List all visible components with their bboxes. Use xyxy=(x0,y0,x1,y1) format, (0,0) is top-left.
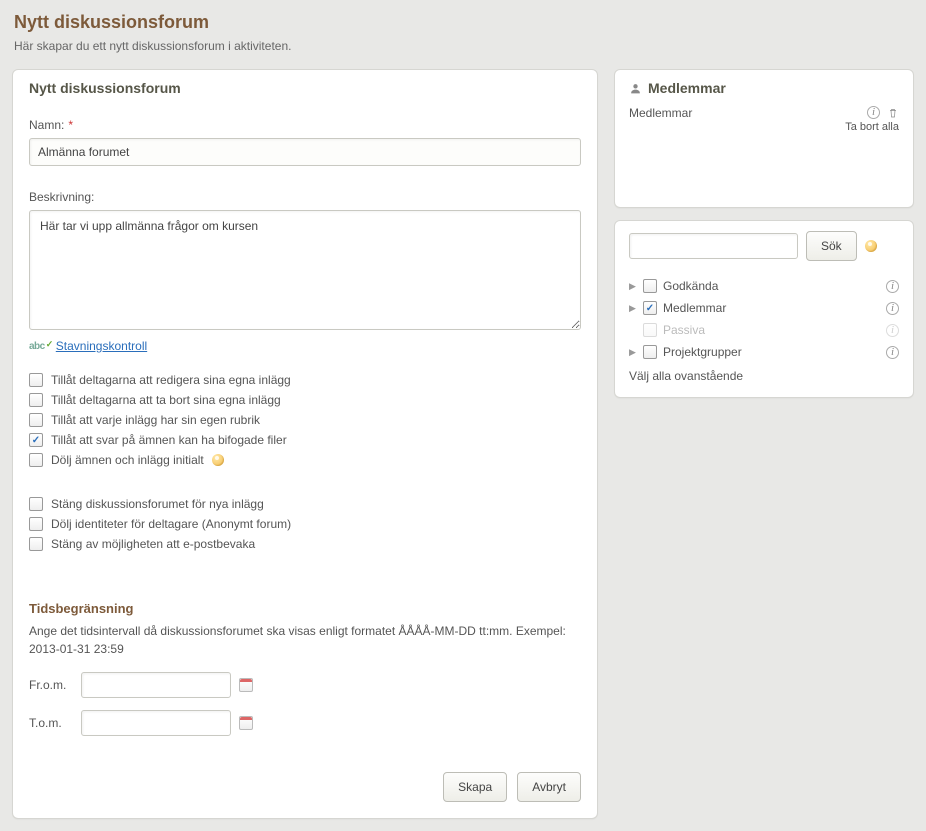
expand-arrow-icon[interactable]: ▶ xyxy=(629,281,637,292)
checkbox-label: Tillåt deltagarna att ta bort sina egna … xyxy=(51,393,281,407)
required-star-icon: * xyxy=(68,118,73,132)
info-icon[interactable]: i xyxy=(886,302,899,315)
checkbox-row: Stäng av möjligheten att e-postbevaka xyxy=(29,537,581,551)
info-icon[interactable]: i xyxy=(886,324,899,337)
form-panel-title: Nytt diskussionsforum xyxy=(29,80,581,96)
search-panel: Sök ▶Godkändai▶Medlemmari▶Passivai▶Proje… xyxy=(614,220,914,398)
member-tree: ▶Godkändai▶Medlemmari▶Passivai▶Projektgr… xyxy=(629,275,899,363)
checkbox-row: Stäng diskussionsforumet för nya inlägg xyxy=(29,497,581,511)
tree-row: ▶ Godkända i xyxy=(629,275,899,297)
checkbox-row: Tillåt deltagarna att ta bort sina egna … xyxy=(29,393,581,407)
tree-row: ▶ Medlemmar i xyxy=(629,297,899,319)
help-icon[interactable] xyxy=(212,454,224,466)
info-icon[interactable]: i xyxy=(886,346,899,359)
checkbox[interactable] xyxy=(29,393,43,407)
name-label: Namn: * xyxy=(29,118,581,132)
to-date-input[interactable] xyxy=(81,710,231,736)
tree-label[interactable]: Medlemmar xyxy=(663,301,880,315)
info-icon[interactable]: i xyxy=(886,280,899,293)
checkbox-row: Dölj identiteter för deltagare (Anonymt … xyxy=(29,517,581,531)
expand-arrow-icon[interactable]: ▶ xyxy=(629,347,637,358)
calendar-icon[interactable] xyxy=(239,678,253,692)
spellcheck-icon: abc xyxy=(29,341,52,352)
page-title: Nytt diskussionsforum xyxy=(14,12,912,33)
expand-arrow-icon[interactable]: ▶ xyxy=(629,303,637,314)
checkbox-row: Tillåt att svar på ämnen kan ha bifogade… xyxy=(29,433,581,447)
time-restriction-desc: Ange det tidsintervall då diskussionsfor… xyxy=(29,622,581,658)
person-icon xyxy=(629,82,642,95)
form-panel: Nytt diskussionsforum Namn: * Beskrivnin… xyxy=(12,69,598,819)
options-group-1: Tillåt deltagarna att redigera sina egna… xyxy=(29,373,581,467)
members-panel-title: Medlemmar xyxy=(629,80,899,96)
help-icon[interactable] xyxy=(865,240,877,252)
checkbox-label: Dölj identiteter för deltagare (Anonymt … xyxy=(51,517,291,531)
spellcheck-link[interactable]: Stavningskontroll xyxy=(56,339,147,353)
checkbox[interactable] xyxy=(29,537,43,551)
from-date-input[interactable] xyxy=(81,672,231,698)
checkbox-label: Stäng diskussionsforumet för nya inlägg xyxy=(51,497,264,511)
checkbox[interactable] xyxy=(643,279,657,293)
time-restriction-title: Tidsbegränsning xyxy=(29,601,581,616)
name-input[interactable] xyxy=(29,138,581,166)
tree-label: Passiva xyxy=(663,323,880,337)
checkbox[interactable] xyxy=(29,497,43,511)
checkbox-row: Tillåt deltagarna att redigera sina egna… xyxy=(29,373,581,387)
checkbox-label: Tillåt att svar på ämnen kan ha bifogade… xyxy=(51,433,287,447)
checkbox-label: Tillåt att varje inlägg har sin egen rub… xyxy=(51,413,260,427)
info-icon[interactable]: i xyxy=(867,106,880,119)
checkbox-row: Dölj ämnen och inlägg initialt xyxy=(29,453,581,467)
remove-all-link[interactable]: Ta bort alla xyxy=(845,121,899,133)
checkbox-label: Stäng av möjligheten att e-postbevaka xyxy=(51,537,255,551)
to-label: T.o.m. xyxy=(29,716,73,730)
checkbox[interactable] xyxy=(643,345,657,359)
tree-label[interactable]: Godkända xyxy=(663,279,880,293)
tree-label[interactable]: Projektgrupper xyxy=(663,345,880,359)
checkbox[interactable] xyxy=(29,373,43,387)
search-button[interactable]: Sök xyxy=(806,231,857,261)
checkbox-label: Tillåt deltagarna att redigera sina egna… xyxy=(51,373,291,387)
checkbox-row: Tillåt att varje inlägg har sin egen rub… xyxy=(29,413,581,427)
checkbox[interactable] xyxy=(29,413,43,427)
checkbox[interactable] xyxy=(29,433,43,447)
members-panel: Medlemmar Medlemmar i Ta bort alla xyxy=(614,69,914,208)
page-subtitle: Här skapar du ett nytt diskussionsforum … xyxy=(14,39,912,53)
member-search-input[interactable] xyxy=(629,233,798,259)
description-textarea[interactable]: Här tar vi upp allmänna frågor om kursen xyxy=(29,210,581,330)
checkbox[interactable] xyxy=(643,301,657,315)
select-all-link[interactable]: Välj alla ovanstående xyxy=(629,369,899,383)
from-label: Fr.o.m. xyxy=(29,678,73,692)
checkbox xyxy=(643,323,657,337)
trash-icon[interactable] xyxy=(886,106,899,119)
description-label: Beskrivning: xyxy=(29,190,581,204)
options-group-2: Stäng diskussionsforumet för nya inlägg D… xyxy=(29,497,581,551)
checkbox[interactable] xyxy=(29,517,43,531)
tree-row: ▶ Projektgrupper i xyxy=(629,341,899,363)
cancel-button[interactable]: Avbryt xyxy=(517,772,581,802)
checkbox-label: Dölj ämnen och inlägg initialt xyxy=(51,453,204,467)
tree-row: ▶Passivai xyxy=(629,319,899,341)
calendar-icon[interactable] xyxy=(239,716,253,730)
checkbox[interactable] xyxy=(29,453,43,467)
members-label: Medlemmar xyxy=(629,106,692,120)
create-button[interactable]: Skapa xyxy=(443,772,507,802)
